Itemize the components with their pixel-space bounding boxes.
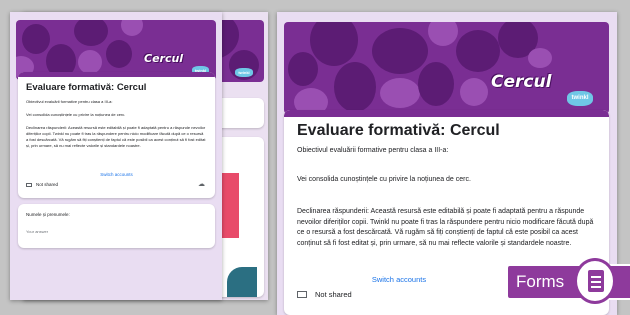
- question-label: Numele și prenumele:: [26, 212, 70, 217]
- form-line: Vei consolida cunoștințele cu privire la…: [26, 112, 126, 117]
- forms-icon: [574, 258, 616, 304]
- forms-badge: Forms: [506, 258, 630, 304]
- not-shared-row: Not shared: [26, 182, 58, 187]
- forms-label: Forms: [516, 272, 565, 291]
- form-disclaimer: Declinarea răspunderii: Această resursă …: [297, 208, 594, 247]
- form-header-card: Evaluare formativă: Cercul Obiectivul ev…: [18, 72, 215, 198]
- answer-input[interactable]: Your answer: [26, 229, 48, 234]
- middle-sheet: Cercul twinkl Evaluare formativă: Cercul…: [10, 12, 222, 300]
- accent-bar: [284, 110, 609, 117]
- banner-title: Cercul: [144, 52, 184, 65]
- form-subtitle: Obiectivul evaluării formative pentru cl…: [297, 147, 449, 154]
- twinkl-logo: twinkl: [567, 91, 593, 106]
- form-title: Evaluare formativă: Cercul: [297, 122, 500, 139]
- mail-icon: [26, 182, 32, 187]
- cloud-icon: ☁: [198, 181, 205, 188]
- mail-icon: [297, 291, 307, 298]
- question-card: Numele și prenumele: Your answer: [18, 204, 215, 248]
- form-title: Evaluare formativă: Cercul: [26, 82, 147, 93]
- banner-title: Cercul: [491, 72, 552, 92]
- header-banner: Cercul twinkl: [284, 22, 609, 114]
- switch-accounts-link[interactable]: Switch accounts: [284, 275, 514, 284]
- switch-accounts-link[interactable]: Switch accounts: [18, 172, 215, 177]
- accent-bar: [18, 72, 215, 77]
- header-banner: Cercul twinkl: [16, 20, 216, 80]
- not-shared-label: Not shared: [36, 182, 59, 187]
- form-line: Vei consolida cunoștințele cu privire la…: [297, 176, 471, 183]
- form-disclaimer: Declinarea răspunderii: Această resursă …: [26, 125, 206, 148]
- card-image: [227, 267, 257, 297]
- twinkl-logo: twinkl: [235, 68, 253, 77]
- not-shared-label: Not shared: [315, 290, 352, 299]
- form-subtitle: Obiectivul evaluării formative pentru cl…: [26, 99, 113, 104]
- not-shared-row: Not shared: [297, 290, 352, 299]
